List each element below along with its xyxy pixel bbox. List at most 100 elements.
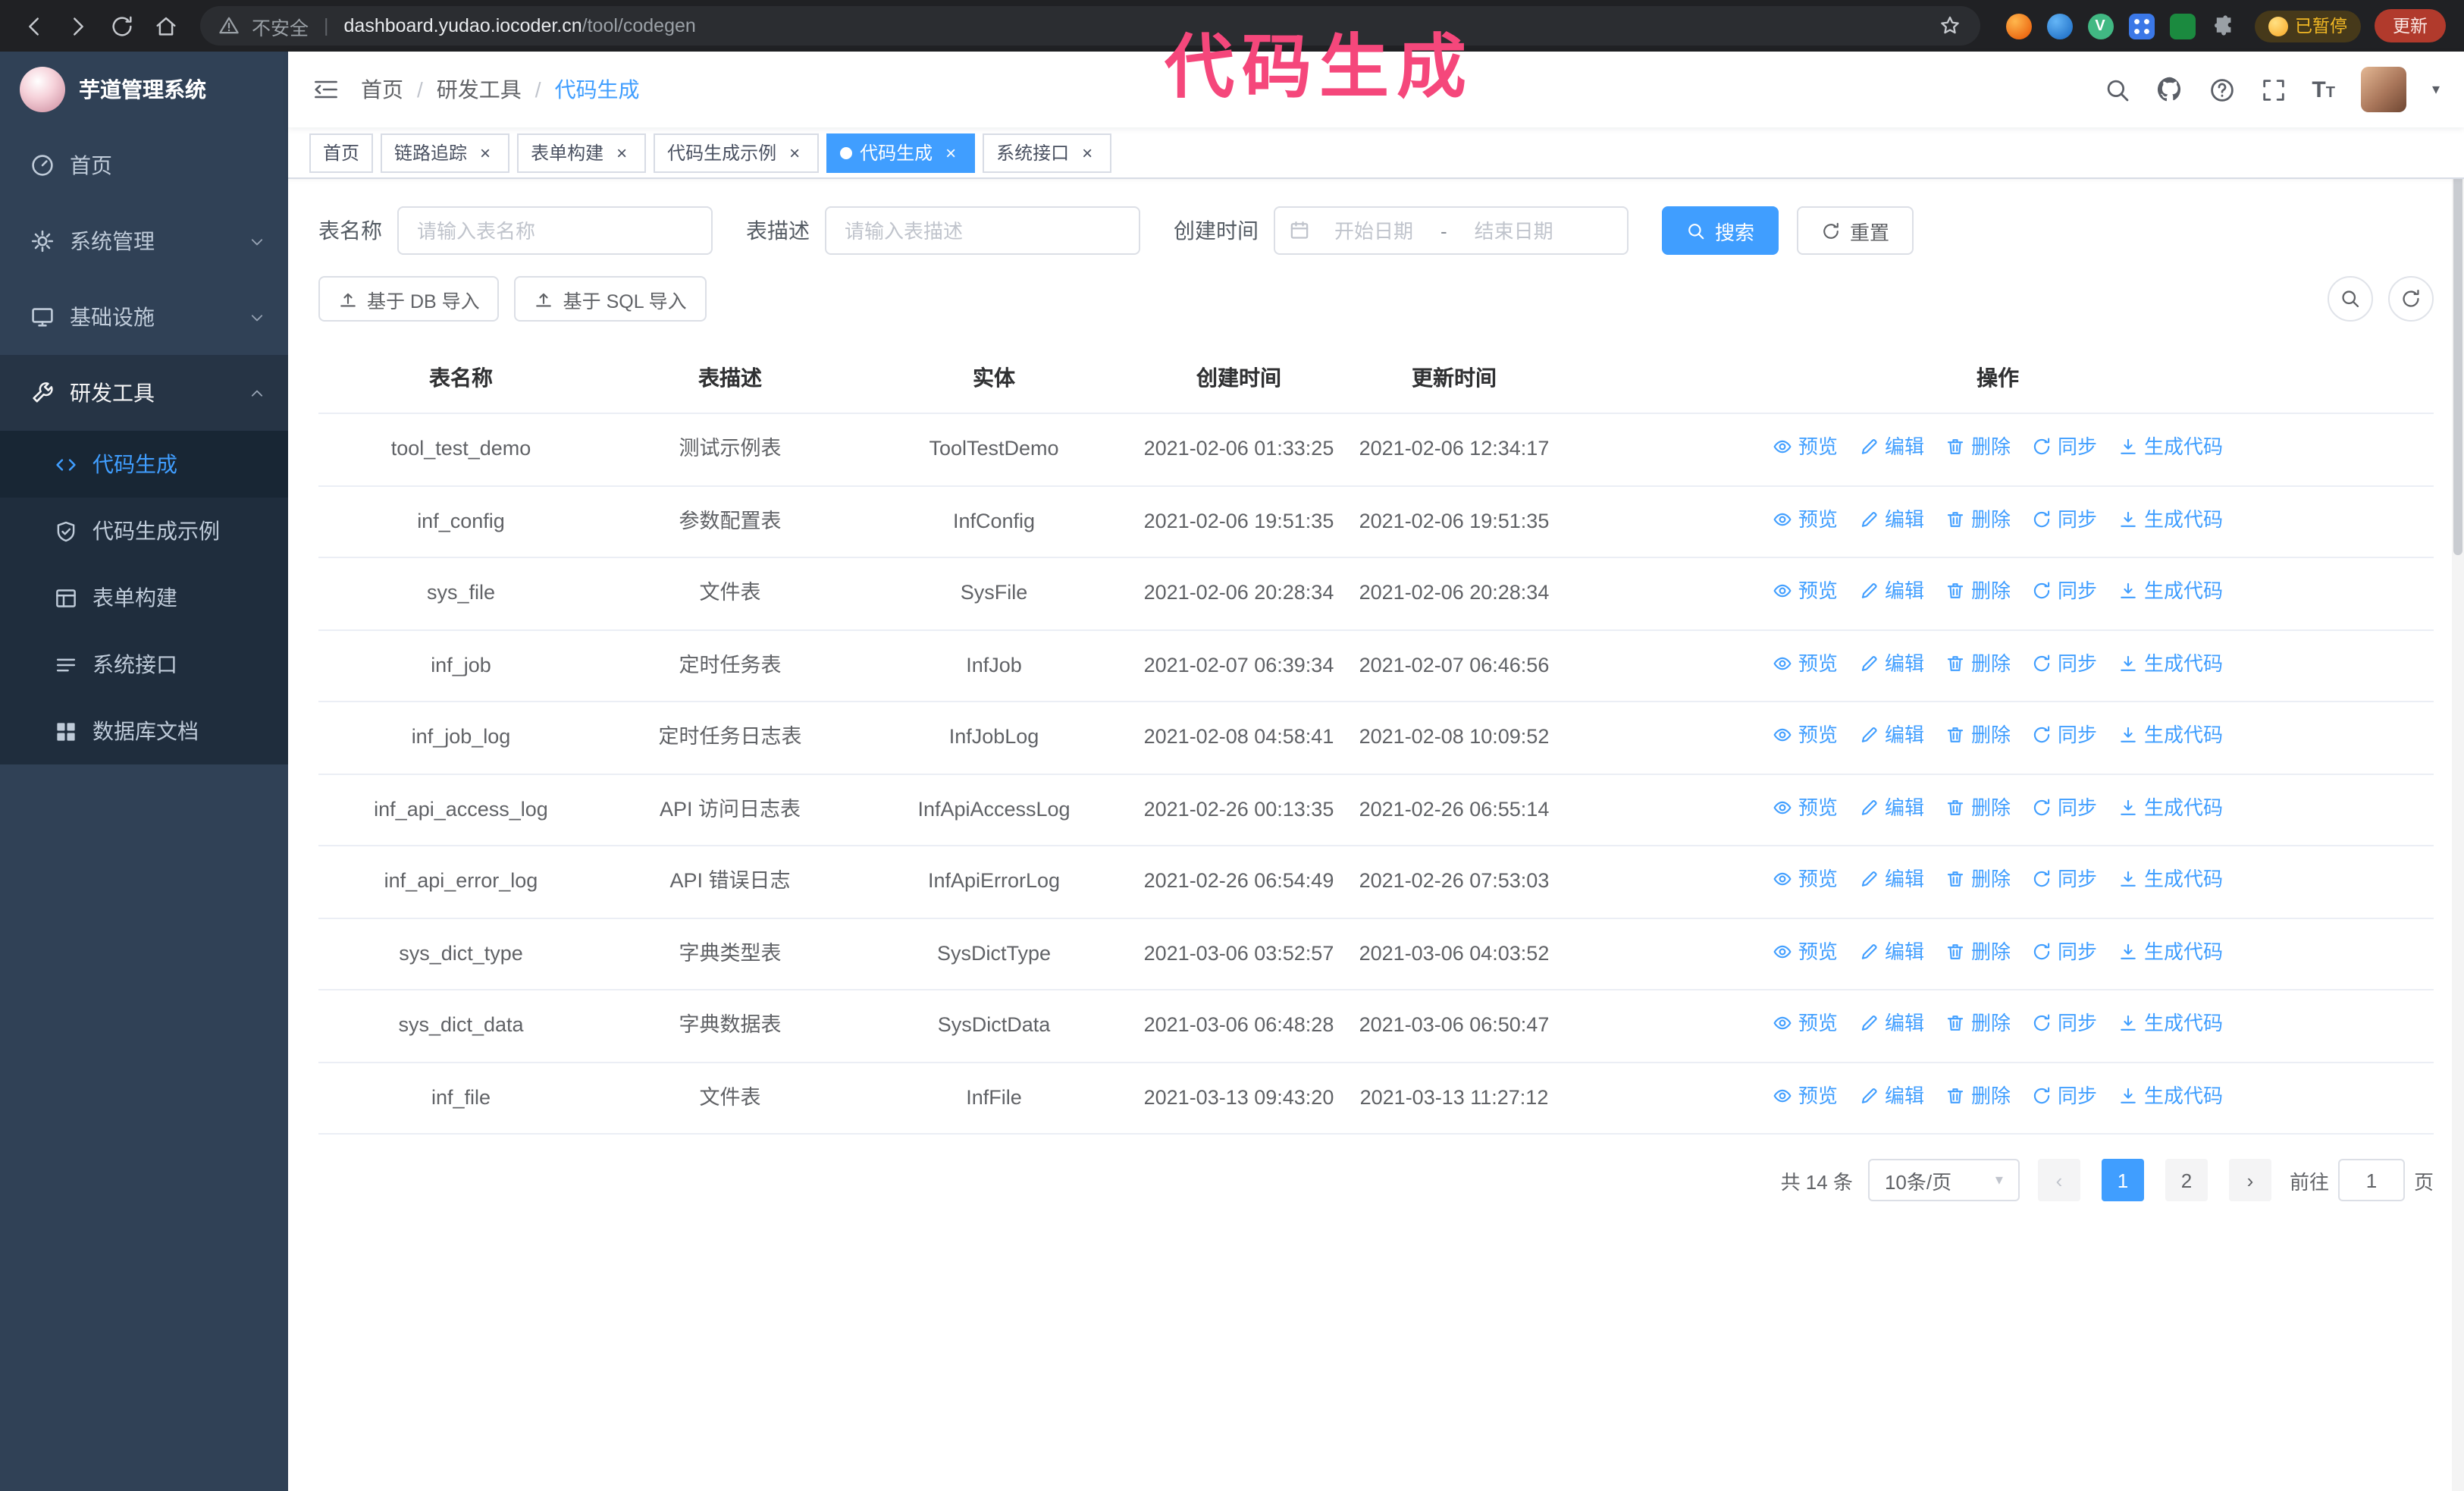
- vue-devtools-icon[interactable]: V: [2087, 13, 2113, 39]
- delete-link[interactable]: 删除: [1945, 432, 2011, 462]
- sidebar-item-home[interactable]: 首页: [0, 127, 288, 203]
- sync-link[interactable]: 同步: [2032, 865, 2097, 894]
- generate-code-link[interactable]: 生成代码: [2118, 865, 2223, 894]
- close-icon[interactable]: ×: [475, 142, 496, 163]
- delete-link[interactable]: 删除: [1945, 937, 2011, 966]
- app-logo[interactable]: 芋道管理系统: [0, 52, 288, 127]
- close-icon[interactable]: ×: [611, 142, 632, 163]
- generate-code-link[interactable]: 生成代码: [2118, 1081, 2223, 1110]
- reset-button[interactable]: 重置: [1797, 206, 1914, 255]
- preview-link[interactable]: 预览: [1773, 793, 1838, 822]
- sync-link[interactable]: 同步: [2032, 576, 2097, 606]
- reload-icon[interactable]: [106, 11, 136, 41]
- delete-link[interactable]: 删除: [1945, 576, 2011, 606]
- sync-link[interactable]: 同步: [2032, 504, 2097, 534]
- font-size-icon[interactable]: TT: [2312, 77, 2335, 102]
- preview-link[interactable]: 预览: [1773, 504, 1838, 534]
- page-button-2[interactable]: 2: [2165, 1159, 2208, 1201]
- delete-link[interactable]: 删除: [1945, 648, 2011, 678]
- extension-icon-orange[interactable]: [2005, 13, 2031, 39]
- date-range-picker[interactable]: -: [1274, 206, 1629, 255]
- generate-code-link[interactable]: 生成代码: [2118, 720, 2223, 750]
- help-icon[interactable]: [2209, 77, 2234, 102]
- delete-link[interactable]: 删除: [1945, 1009, 2011, 1038]
- edit-link[interactable]: 编辑: [1859, 793, 1924, 822]
- sidebar-item-codegen-example[interactable]: 代码生成示例: [0, 498, 288, 564]
- delete-link[interactable]: 删除: [1945, 504, 2011, 534]
- sidebar-item-form-builder[interactable]: 表单构建: [0, 564, 288, 631]
- page-size-select[interactable]: 10条/页 ▾: [1867, 1159, 2020, 1201]
- sidebar-item-system[interactable]: 系统管理: [0, 203, 288, 279]
- breadcrumb-devtools[interactable]: 研发工具: [437, 74, 522, 105]
- fullscreen-icon[interactable]: [2260, 77, 2286, 102]
- preview-link[interactable]: 预览: [1773, 576, 1838, 606]
- generate-code-link[interactable]: 生成代码: [2118, 504, 2223, 534]
- close-icon[interactable]: ×: [940, 142, 961, 163]
- browser-update-button[interactable]: 更新: [2375, 9, 2446, 42]
- edit-link[interactable]: 编辑: [1859, 1081, 1924, 1110]
- generate-code-link[interactable]: 生成代码: [2118, 937, 2223, 966]
- edit-link[interactable]: 编辑: [1859, 720, 1924, 750]
- tab-system-api[interactable]: 系统接口 ×: [983, 133, 1112, 172]
- toggle-search-button[interactable]: [2328, 276, 2373, 322]
- import-sql-button[interactable]: 基于 SQL 导入: [514, 276, 707, 322]
- delete-link[interactable]: 删除: [1945, 865, 2011, 894]
- generate-code-link[interactable]: 生成代码: [2118, 1009, 2223, 1038]
- sync-link[interactable]: 同步: [2032, 937, 2097, 966]
- edit-link[interactable]: 编辑: [1859, 648, 1924, 678]
- goto-page-input[interactable]: [2337, 1159, 2405, 1201]
- delete-link[interactable]: 删除: [1945, 720, 2011, 750]
- tab-trace[interactable]: 链路追踪 ×: [381, 133, 510, 172]
- user-avatar[interactable]: [2360, 67, 2406, 112]
- close-icon[interactable]: ×: [784, 142, 805, 163]
- sync-link[interactable]: 同步: [2032, 648, 2097, 678]
- extensions-puzzle-icon[interactable]: [2210, 14, 2234, 38]
- preview-link[interactable]: 预览: [1773, 432, 1838, 462]
- delete-link[interactable]: 删除: [1945, 793, 2011, 822]
- tab-codegen[interactable]: 代码生成 ×: [826, 133, 976, 172]
- edit-link[interactable]: 编辑: [1859, 576, 1924, 606]
- generate-code-link[interactable]: 生成代码: [2118, 793, 2223, 822]
- tab-home[interactable]: 首页: [309, 133, 374, 172]
- paused-badge[interactable]: 已暂停: [2254, 10, 2361, 42]
- breadcrumb-home[interactable]: 首页: [361, 74, 403, 105]
- extension-icon-green[interactable]: [2169, 13, 2195, 39]
- url-text[interactable]: dashboard.yudao.iocoder.cn/tool/codegen: [344, 15, 696, 36]
- sync-link[interactable]: 同步: [2032, 1009, 2097, 1038]
- sidebar-fold-icon[interactable]: [312, 76, 340, 103]
- github-icon[interactable]: [2155, 76, 2183, 103]
- edit-link[interactable]: 编辑: [1859, 504, 1924, 534]
- edit-link[interactable]: 编辑: [1859, 432, 1924, 462]
- edit-link[interactable]: 编辑: [1859, 937, 1924, 966]
- generate-code-link[interactable]: 生成代码: [2118, 432, 2223, 462]
- preview-link[interactable]: 预览: [1773, 1081, 1838, 1110]
- import-db-button[interactable]: 基于 DB 导入: [318, 276, 500, 322]
- security-label[interactable]: 不安全: [252, 11, 309, 40]
- forward-icon[interactable]: [62, 11, 92, 41]
- sidebar-item-db-docs[interactable]: 数据库文档: [0, 698, 288, 764]
- page-scrollbar[interactable]: [2452, 52, 2464, 1491]
- extension-icon-blue[interactable]: [2046, 13, 2072, 39]
- bookmark-star-icon[interactable]: [1937, 14, 1961, 38]
- table-desc-input[interactable]: [825, 206, 1140, 255]
- preview-link[interactable]: 预览: [1773, 720, 1838, 750]
- sync-link[interactable]: 同步: [2032, 793, 2097, 822]
- generate-code-link[interactable]: 生成代码: [2118, 648, 2223, 678]
- tab-form-builder[interactable]: 表单构建 ×: [517, 133, 647, 172]
- sync-link[interactable]: 同步: [2032, 1081, 2097, 1110]
- table-name-input[interactable]: [397, 206, 713, 255]
- home-icon[interactable]: [150, 11, 180, 41]
- start-date-input[interactable]: [1315, 219, 1433, 242]
- sidebar-item-devtools[interactable]: 研发工具: [0, 355, 288, 431]
- avatar-caret-icon[interactable]: ▾: [2432, 81, 2440, 98]
- delete-link[interactable]: 删除: [1945, 1081, 2011, 1110]
- back-icon[interactable]: [18, 11, 49, 41]
- preview-link[interactable]: 预览: [1773, 865, 1838, 894]
- prev-page-button[interactable]: ‹: [2037, 1159, 2080, 1201]
- sync-link[interactable]: 同步: [2032, 432, 2097, 462]
- tab-codegen-example[interactable]: 代码生成示例 ×: [654, 133, 820, 172]
- edit-link[interactable]: 编辑: [1859, 865, 1924, 894]
- edit-link[interactable]: 编辑: [1859, 1009, 1924, 1038]
- sidebar-item-codegen[interactable]: 代码生成: [0, 431, 288, 498]
- extension-icon-grid[interactable]: [2128, 13, 2154, 39]
